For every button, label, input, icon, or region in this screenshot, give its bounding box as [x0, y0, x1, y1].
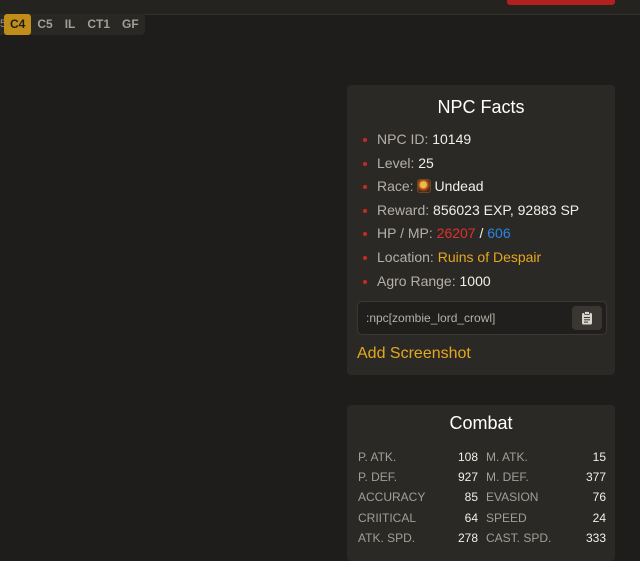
stat-value: 377 [585, 470, 606, 485]
stat-value: 15 [592, 450, 606, 464]
fact-level: Level: 25 [361, 152, 579, 176]
fact-reward: Reward: 856023 EXP, 92883 SP [361, 199, 579, 223]
race-label: Race: [377, 178, 414, 195]
npc-command-text[interactable]: :npc[zombie_lord_crowl] [366, 302, 495, 334]
copy-command-button[interactable] [572, 306, 602, 330]
fact-location: Location: Ruins of Despair [361, 246, 579, 270]
stat-label: EVASION [486, 490, 539, 505]
tab-gf[interactable]: GF [116, 14, 145, 35]
stat-speed: SPEED 24 [486, 508, 606, 528]
location-label: Location: [377, 248, 434, 265]
stat-m-def: M. DEF. 377 [486, 467, 606, 487]
stat-label: M. DEF. [486, 470, 529, 485]
stat-atk-spd: ATK. SPD. 278 [358, 528, 478, 548]
stat-value: 108 [457, 450, 478, 464]
stat-accuracy: ACCURACY 85 [358, 487, 478, 507]
agro-range-label: Agro Range: [377, 272, 456, 289]
top-red-button[interactable] [507, 0, 615, 5]
npc-facts-title: NPC Facts [437, 97, 525, 117]
level-value: 25 [418, 154, 434, 171]
reward-value: 856023 EXP, 92883 SP [433, 201, 580, 218]
stat-label: P. DEF. [358, 470, 398, 485]
stat-critical: CRIITICAL 64 [358, 508, 478, 528]
tab-il[interactable]: IL [59, 14, 82, 35]
mp-value: 606 [487, 225, 511, 242]
stat-cast-spd: CAST. SPD. 333 [486, 528, 606, 548]
stat-value: 278 [457, 530, 478, 545]
race-value: Undead [434, 178, 484, 195]
hp-value: 26207 [436, 225, 476, 242]
combat-title: Combat [449, 413, 513, 433]
tab-c5[interactable]: C5 [31, 14, 58, 35]
bullet-icon [363, 185, 367, 190]
add-screenshot-link[interactable]: Add Screenshot [357, 345, 471, 363]
combat-stats-grid: P. ATK. 108 M. ATK. 15 P. DEF. 927 M. DEF. 3… [358, 447, 606, 548]
reward-label: Reward: [377, 201, 430, 218]
stat-label: CRIITICAL [358, 510, 417, 525]
stat-value: 24 [592, 510, 606, 525]
stat-value: 76 [592, 490, 606, 505]
location-link[interactable]: Ruins of Despair [438, 249, 542, 265]
fact-agro-range: Agro Range: 1000 [361, 270, 579, 294]
stat-label: ACCURACY [358, 490, 426, 505]
stat-value: 64 [464, 510, 478, 525]
clipboard-icon [582, 311, 592, 325]
stat-value: 85 [464, 490, 478, 505]
stat-evasion: EVASION 76 [486, 487, 606, 507]
facts-list: NPC ID: 10149 Level: 25 Race: Undead Rew… [361, 128, 579, 293]
stat-label: SPEED [486, 510, 527, 525]
hp-mp-separator: / [479, 225, 484, 242]
stat-label: P. ATK. [358, 450, 397, 464]
stat-value: 927 [457, 470, 478, 485]
stat-label: CAST. SPD. [486, 530, 552, 545]
npc-command-field[interactable]: :npc[zombie_lord_crowl] [357, 301, 607, 335]
fact-npc-id: NPC ID: 10149 [361, 128, 579, 152]
fact-race: Race: Undead [361, 175, 579, 199]
hp-mp-label: HP / MP: [377, 225, 433, 242]
stat-p-def: P. DEF. 927 [358, 467, 478, 487]
undead-race-icon [417, 179, 432, 194]
bullet-icon [363, 161, 367, 166]
stat-p-atk: P. ATK. 108 [358, 447, 478, 467]
bullet-icon [363, 208, 367, 213]
bullet-icon [363, 232, 367, 237]
agro-range-value: 1000 [459, 272, 491, 289]
bullet-icon [363, 279, 367, 284]
chronicle-tabs: 5 C4 C5 IL CT1 GF [0, 14, 145, 35]
stat-value: 333 [585, 530, 606, 545]
npc-id-label: NPC ID: [377, 131, 429, 147]
bullet-icon [363, 255, 367, 260]
stat-label: ATK. SPD. [358, 530, 416, 545]
tab-c4[interactable]: C4 [4, 14, 32, 35]
npc-id-value: 10149 [432, 131, 472, 147]
npc-facts-card: NPC Facts NPC ID: 10149 Level: 25 Race: … [347, 85, 615, 375]
fact-hp-mp: HP / MP: 26207 / 606 [361, 222, 579, 246]
top-bar [0, 0, 640, 15]
combat-card: Combat P. ATK. 108 M. ATK. 15 P. DEF. 927 M… [347, 405, 615, 561]
level-label: Level: [377, 154, 415, 171]
bullet-icon [363, 138, 367, 142]
tab-ct1[interactable]: CT1 [81, 14, 116, 35]
stat-m-atk: M. ATK. 15 [486, 447, 606, 467]
stat-label: M. ATK. [486, 450, 528, 464]
